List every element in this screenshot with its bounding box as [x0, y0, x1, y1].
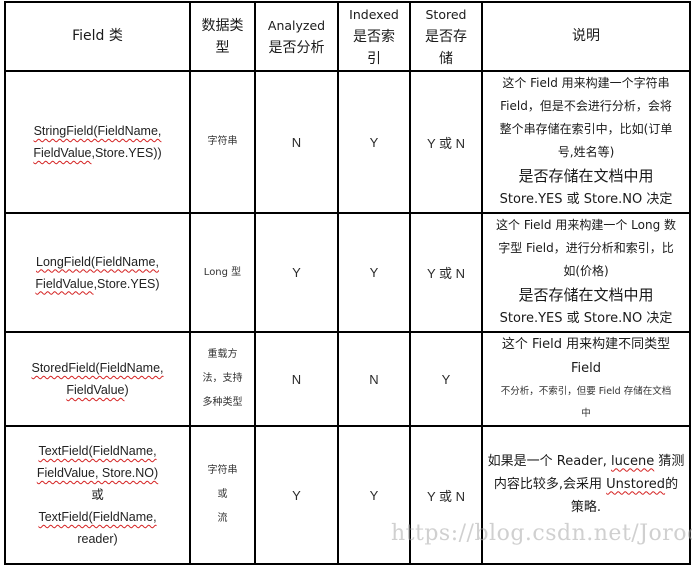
analyzed-cell: N	[254, 331, 339, 427]
header-row: Field 类 数据类 型 Analyzed 是否分析 Indexed 是否索 …	[4, 1, 691, 72]
indexed-cell: Y	[337, 212, 411, 333]
header-indexed-zh: 是否索	[353, 28, 395, 45]
indexed-cell: Y	[337, 425, 411, 565]
analyzed-cell: Y	[254, 212, 339, 333]
header-indexed-zh: 引	[367, 50, 381, 67]
lucene-field-table: Field 类 数据类 型 Analyzed 是否分析 Indexed 是否索 …	[4, 1, 691, 565]
field-signature-part: StoredField(FieldName,	[31, 361, 164, 375]
stored-cell: Y 或 N	[409, 425, 483, 565]
description-emphasis: 是否存储在文档中用	[518, 167, 654, 185]
header-field-class: Field 类	[4, 1, 191, 72]
description-cell: 这个 Field 用来构建一个字符串 Field，但是不会进行分析，会将 整个串…	[481, 70, 691, 214]
analyzed-cell: N	[254, 70, 339, 214]
data-type-text: Long 型	[203, 266, 242, 278]
data-type-text: 重载方	[207, 349, 238, 360]
description-emphasis: 是否存储在文档中用	[518, 286, 654, 304]
description-spacer	[487, 519, 685, 541]
table-row: StringField(FieldName, FieldValue,Store.…	[4, 70, 691, 214]
table-row: StoredField(FieldName, FieldValue) 重载方 法…	[4, 331, 691, 427]
description-note: 中	[581, 408, 591, 419]
stored-cell: Y	[409, 331, 483, 427]
header-analyzed-en: Analyzed	[267, 17, 326, 33]
field-signature-part: TextField(FieldName,	[38, 510, 157, 524]
description-line: Field	[570, 361, 601, 376]
header-description-label: 说明	[572, 28, 600, 44]
field-class-cell: StringField(FieldName, FieldValue,Store.…	[4, 70, 191, 214]
description-line: 这个 Field 用来构建一个 Long 数	[496, 218, 676, 232]
header-analyzed-zh: 是否分析	[268, 39, 325, 56]
field-class-cell: TextField(FieldName, FieldValue, Store.N…	[4, 425, 191, 565]
description-part: 如果是一个 Reader,	[487, 453, 612, 469]
header-indexed-en: Indexed	[349, 6, 399, 22]
description-part: 猜测	[654, 453, 685, 469]
header-stored-en: Stored	[425, 6, 467, 22]
data-type-text: 字符串	[207, 465, 238, 476]
field-signature-or: 或	[91, 488, 104, 502]
description-line: 如(价格)	[563, 264, 609, 278]
field-signature-part: ,Store.YES)	[93, 276, 160, 291]
stored-cell: Y 或 N	[409, 70, 483, 214]
field-signature-part: FieldValue	[33, 146, 92, 160]
description-part: Unstored	[606, 476, 666, 492]
header-description: 说明	[481, 1, 691, 72]
description-line: 字型 Field，进行分析和索引，比	[498, 241, 674, 255]
header-stored-zh: 储	[439, 50, 453, 67]
description-line: Field，但是不会进行分析，会将	[500, 99, 672, 113]
description-part: 策略.	[570, 499, 602, 515]
data-type-text: 流	[217, 513, 228, 524]
description-line: 号,姓名等)	[557, 145, 615, 159]
field-class-cell: StoredField(FieldName, FieldValue)	[4, 331, 191, 427]
description-cell: 如果是一个 Reader, lucene 猜测 内容比较多,会采用 Unstor…	[481, 425, 691, 565]
table-row: TextField(FieldName, FieldValue, Store.N…	[4, 425, 691, 565]
description-line: 这个 Field 用来构建不同类型	[501, 337, 671, 352]
data-type-text: 或	[217, 489, 228, 500]
description-line: 这个 Field 用来构建一个字符串	[502, 76, 670, 90]
data-type-cell: 字符串	[189, 70, 256, 214]
field-signature-part: FieldValue, Store.NO)	[36, 466, 159, 480]
field-signature-part: )	[124, 383, 129, 397]
field-signature-part: reader)	[77, 532, 118, 546]
header-field-class-label: Field 类	[72, 28, 123, 44]
data-type-text: 法，支持	[202, 373, 243, 384]
field-signature-part: StringField(FieldName,	[33, 124, 162, 138]
description-emphasis: Store.YES 或 Store.NO 决定	[499, 192, 673, 207]
field-signature-part: LongField(FieldName,	[36, 254, 159, 269]
field-signature-part: FieldValue	[35, 276, 94, 291]
data-type-cell: 重载方 法，支持 多种类型	[189, 331, 256, 427]
indexed-cell: N	[337, 331, 411, 427]
header-data-type: 数据类 型	[189, 1, 256, 72]
description-line: 整个串存储在索引中，比如(订单	[499, 122, 673, 136]
data-type-text: 字符串	[207, 136, 238, 147]
stored-cell: Y 或 N	[409, 212, 483, 333]
description-note: 不分析，不索引，但要 Field 存储在文档	[500, 386, 672, 397]
field-class-cell: LongField(FieldName, FieldValue,Store.YE…	[4, 212, 191, 333]
table-row: LongField(FieldName, FieldValue,Store.YE…	[4, 212, 691, 333]
indexed-cell: Y	[337, 70, 411, 214]
header-stored-zh: 是否存	[425, 28, 467, 45]
description-part: lucene	[611, 453, 655, 469]
header-data-type-line: 型	[215, 39, 230, 56]
header-stored: Stored 是否存 储	[409, 1, 483, 72]
field-signature-part: TextField(FieldName,	[38, 444, 157, 458]
header-data-type-line: 数据类	[201, 17, 244, 34]
description-emphasis: Store.YES 或 Store.NO 决定	[499, 311, 673, 326]
data-type-cell: Long 型	[189, 212, 256, 333]
description-cell: 这个 Field 用来构建一个 Long 数 字型 Field，进行分析和索引，…	[481, 212, 691, 333]
field-signature-part: FieldValue	[66, 383, 125, 397]
description-part: 的	[665, 476, 679, 492]
data-type-text: 多种类型	[202, 397, 243, 408]
field-signature-part: ,Store.YES))	[91, 146, 162, 160]
analyzed-cell: Y	[254, 425, 339, 565]
description-part: 内容比较多,会采用	[493, 476, 607, 492]
description-cell: 这个 Field 用来构建不同类型 Field 不分析，不索引，但要 Field…	[481, 331, 691, 427]
header-analyzed: Analyzed 是否分析	[254, 1, 339, 72]
data-type-cell: 字符串 或 流	[189, 425, 256, 565]
header-indexed: Indexed 是否索 引	[337, 1, 411, 72]
